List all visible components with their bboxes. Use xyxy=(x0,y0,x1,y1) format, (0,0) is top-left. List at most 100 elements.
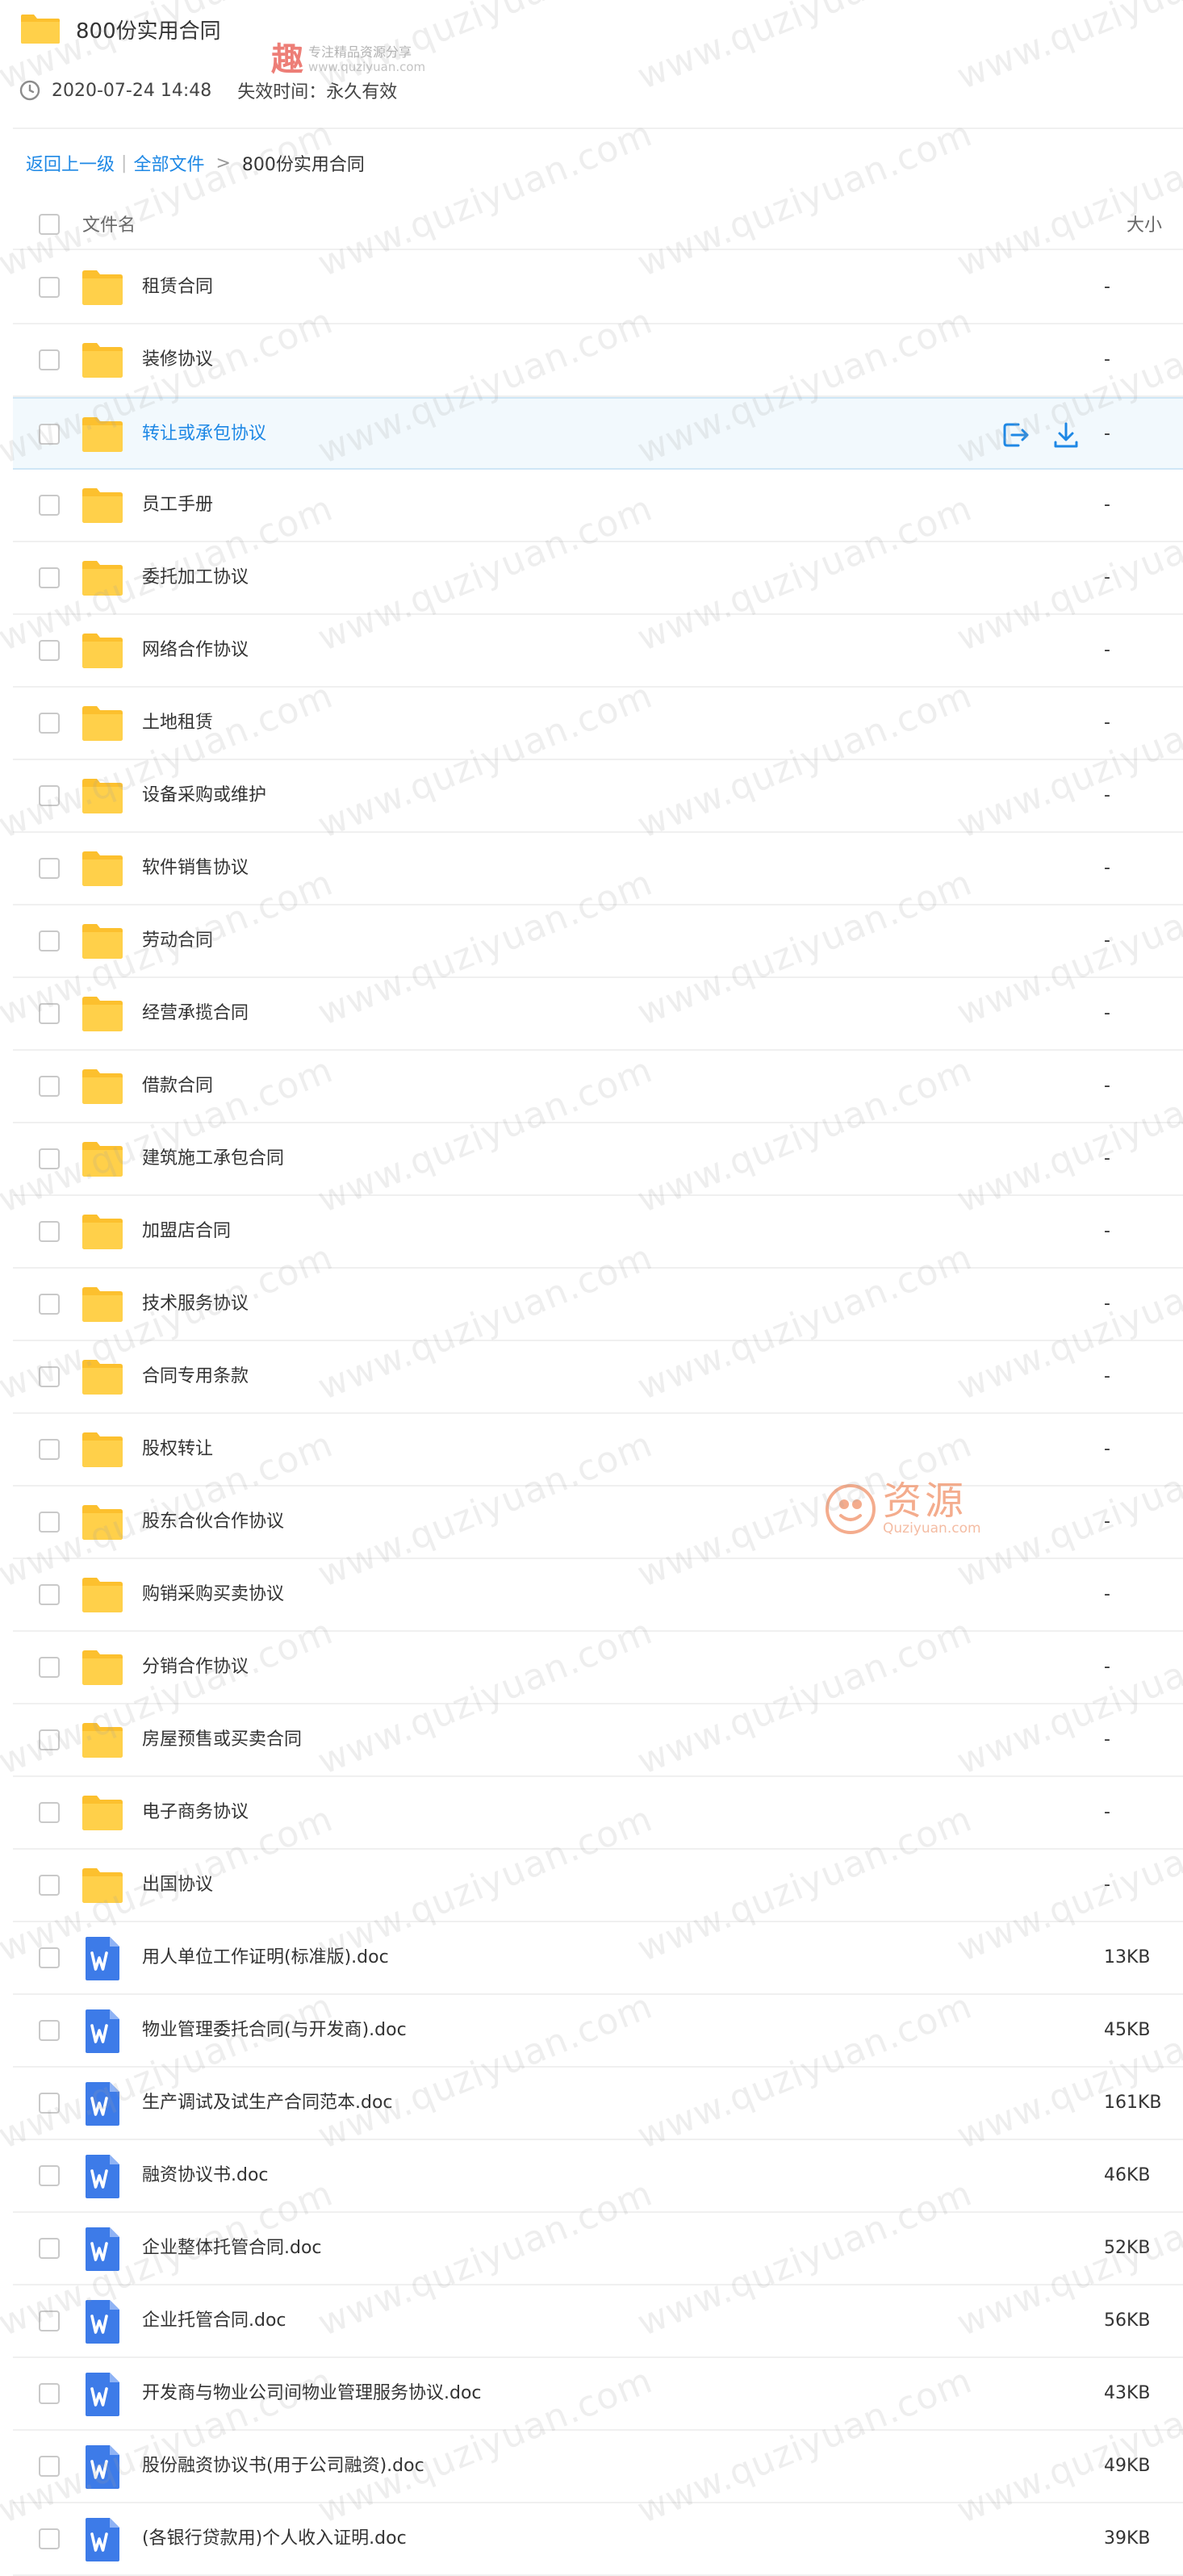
download-icon[interactable] xyxy=(1051,420,1081,450)
row-checkbox[interactable] xyxy=(39,1875,60,1896)
back-link[interactable]: 返回上一级 xyxy=(26,150,115,176)
row-checkbox[interactable] xyxy=(39,1076,60,1097)
row-checkbox[interactable] xyxy=(39,858,60,879)
folder-row[interactable]: 出国协议 - xyxy=(13,1850,1183,1922)
row-checkbox[interactable] xyxy=(39,349,60,370)
file-name-link[interactable]: 物业管理委托合同(与开发商).doc xyxy=(142,1995,407,2066)
row-checkbox[interactable] xyxy=(39,713,60,734)
folder-row[interactable]: 加盟店合同 - xyxy=(13,1196,1183,1269)
file-row[interactable]: 开发商与物业公司间物业管理服务协议.doc 43KB xyxy=(13,2358,1183,2431)
row-checkbox[interactable] xyxy=(39,1294,60,1315)
file-name-link[interactable]: 土地租赁 xyxy=(142,688,213,759)
file-name-link[interactable]: 劳动合同 xyxy=(142,905,213,976)
save-to-drive-icon[interactable] xyxy=(1001,420,1031,450)
folder-row[interactable]: 股东合伙合作协议 - xyxy=(13,1487,1183,1559)
file-name-link[interactable]: 加盟店合同 xyxy=(142,1196,231,1267)
row-checkbox[interactable] xyxy=(39,567,60,588)
file-name-link[interactable]: 建筑施工承包合同 xyxy=(142,1123,284,1194)
file-name-link[interactable]: (各银行贷款用)个人收入证明.doc xyxy=(142,2503,407,2574)
file-name-link[interactable]: 房屋预售或买卖合同 xyxy=(142,1704,302,1775)
select-all-checkbox[interactable] xyxy=(39,214,60,235)
file-name-link[interactable]: 网络合作协议 xyxy=(142,615,249,686)
file-name-link[interactable]: 企业整体托管合同.doc xyxy=(142,2213,322,2284)
row-checkbox[interactable] xyxy=(39,640,60,661)
file-name-link[interactable]: 经营承揽合同 xyxy=(142,978,249,1049)
folder-row[interactable]: 装修协议 - xyxy=(13,324,1183,397)
file-name-link[interactable]: 借款合同 xyxy=(142,1051,213,1122)
file-row[interactable]: 用人单位工作证明(标准版).doc 13KB xyxy=(13,1922,1183,1995)
folder-row[interactable]: 软件销售协议 - xyxy=(13,833,1183,905)
file-name-link[interactable]: 设备采购或维护 xyxy=(142,760,266,831)
file-name-link[interactable]: 出国协议 xyxy=(142,1850,213,1921)
row-checkbox[interactable] xyxy=(39,2093,60,2114)
row-checkbox[interactable] xyxy=(39,2310,60,2331)
row-checkbox[interactable] xyxy=(39,1148,60,1169)
file-name-link[interactable]: 生产调试及试生产合同范本.doc xyxy=(142,2068,393,2139)
file-name-link[interactable]: 员工手册 xyxy=(142,470,213,541)
row-checkbox[interactable] xyxy=(39,2020,60,2041)
column-size-header[interactable]: 大小 xyxy=(1127,211,1162,236)
folder-row[interactable]: 借款合同 - xyxy=(13,1051,1183,1123)
file-row[interactable]: (各银行贷款用)个人收入证明.doc 39KB xyxy=(13,2503,1183,2576)
folder-row[interactable]: 网络合作协议 - xyxy=(13,615,1183,688)
file-name-link[interactable]: 软件销售协议 xyxy=(142,833,249,904)
file-name-link[interactable]: 股份融资协议书(用于公司融资).doc xyxy=(142,2431,424,2502)
file-name-link[interactable]: 企业托管合同.doc xyxy=(142,2285,286,2356)
folder-row[interactable]: 建筑施工承包合同 - xyxy=(13,1123,1183,1196)
file-name-link[interactable]: 委托加工协议 xyxy=(142,542,249,613)
file-name-link[interactable]: 装修协议 xyxy=(142,324,213,395)
file-row[interactable]: 融资协议书.doc 46KB xyxy=(13,2140,1183,2213)
file-name-link[interactable]: 购销采购买卖协议 xyxy=(142,1559,284,1630)
folder-row[interactable]: 分销合作协议 - xyxy=(13,1632,1183,1704)
row-checkbox[interactable] xyxy=(39,1221,60,1242)
row-checkbox[interactable] xyxy=(39,424,60,445)
folder-row[interactable]: 员工手册 - xyxy=(13,470,1183,542)
file-name-link[interactable]: 分销合作协议 xyxy=(142,1632,249,1703)
folder-row[interactable]: 劳动合同 - xyxy=(13,905,1183,978)
file-name-link[interactable]: 电子商务协议 xyxy=(142,1777,249,1848)
file-name-link[interactable]: 融资协议书.doc xyxy=(142,2140,269,2211)
file-name-link[interactable]: 股东合伙合作协议 xyxy=(142,1487,284,1558)
row-checkbox[interactable] xyxy=(39,1584,60,1605)
folder-row[interactable]: 设备采购或维护 - xyxy=(13,760,1183,833)
folder-row[interactable]: 技术服务协议 - xyxy=(13,1269,1183,1341)
row-checkbox[interactable] xyxy=(39,785,60,806)
folder-row[interactable]: 合同专用条款 - xyxy=(13,1341,1183,1414)
row-checkbox[interactable] xyxy=(39,1003,60,1024)
row-checkbox[interactable] xyxy=(39,1802,60,1823)
folder-row[interactable]: 经营承揽合同 - xyxy=(13,978,1183,1051)
row-checkbox[interactable] xyxy=(39,1366,60,1387)
row-checkbox[interactable] xyxy=(39,1657,60,1678)
row-checkbox[interactable] xyxy=(39,2238,60,2259)
file-row[interactable]: 企业托管合同.doc 56KB xyxy=(13,2285,1183,2358)
file-row[interactable]: 股份融资协议书(用于公司融资).doc 49KB xyxy=(13,2431,1183,2503)
folder-row[interactable]: 租赁合同 - xyxy=(13,252,1183,324)
row-checkbox[interactable] xyxy=(39,277,60,298)
folder-row[interactable]: 购销采购买卖协议 - xyxy=(13,1559,1183,1632)
file-row[interactable]: 企业整体托管合同.doc 52KB xyxy=(13,2213,1183,2285)
row-checkbox[interactable] xyxy=(39,1439,60,1460)
file-row[interactable]: 生产调试及试生产合同范本.doc 161KB xyxy=(13,2068,1183,2140)
file-row[interactable]: 物业管理委托合同(与开发商).doc 45KB xyxy=(13,1995,1183,2068)
column-name-header[interactable]: 文件名 xyxy=(82,211,136,236)
folder-row[interactable]: 转让或承包协议 - xyxy=(13,397,1183,470)
row-checkbox[interactable] xyxy=(39,1947,60,1968)
row-checkbox[interactable] xyxy=(39,1729,60,1750)
file-name-link[interactable]: 合同专用条款 xyxy=(142,1341,249,1412)
row-checkbox[interactable] xyxy=(39,930,60,951)
folder-row[interactable]: 土地租赁 - xyxy=(13,688,1183,760)
row-checkbox[interactable] xyxy=(39,2528,60,2549)
file-name-link[interactable]: 股权转让 xyxy=(142,1414,213,1485)
folder-row[interactable]: 委托加工协议 - xyxy=(13,542,1183,615)
row-checkbox[interactable] xyxy=(39,2456,60,2477)
folder-row[interactable]: 股权转让 - xyxy=(13,1414,1183,1487)
file-name-link[interactable]: 转让或承包协议 xyxy=(142,399,266,470)
file-name-link[interactable]: 租赁合同 xyxy=(142,252,213,323)
file-name-link[interactable]: 技术服务协议 xyxy=(142,1269,249,1340)
row-checkbox[interactable] xyxy=(39,2165,60,2186)
all-files-link[interactable]: 全部文件 xyxy=(133,150,204,176)
file-name-link[interactable]: 用人单位工作证明(标准版).doc xyxy=(142,1922,389,1993)
folder-row[interactable]: 房屋预售或买卖合同 - xyxy=(13,1704,1183,1777)
file-name-link[interactable]: 开发商与物业公司间物业管理服务协议.doc xyxy=(142,2358,482,2429)
folder-row[interactable]: 电子商务协议 - xyxy=(13,1777,1183,1850)
